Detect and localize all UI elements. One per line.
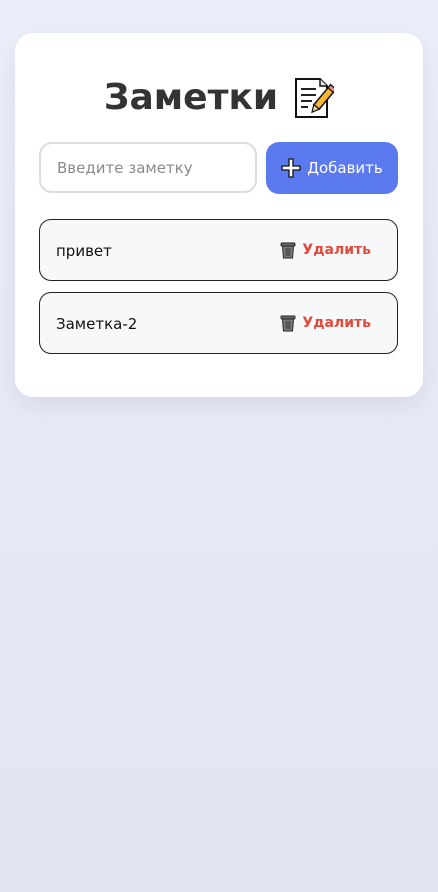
page-title: Заметки: [103, 77, 279, 118]
trash-icon: [280, 241, 296, 259]
note-item: привет Удалить: [39, 219, 398, 281]
delete-note-label: Удалить: [302, 315, 371, 331]
notes-card: Заметки Добавить: [15, 33, 423, 397]
header: Заметки: [15, 75, 423, 121]
delete-note-button[interactable]: Удалить: [280, 239, 371, 261]
note-item: Заметка-2 Удалить: [39, 292, 398, 354]
delete-note-button[interactable]: Удалить: [280, 312, 371, 334]
note-text: привет: [56, 242, 112, 260]
add-note-button[interactable]: Добавить: [266, 142, 398, 194]
trash-icon: [280, 314, 296, 332]
plus-icon: [281, 158, 301, 178]
delete-note-label: Удалить: [302, 242, 371, 258]
add-note-label: Добавить: [307, 159, 383, 177]
note-input[interactable]: [39, 142, 257, 193]
note-text: Заметка-2: [56, 315, 138, 333]
memo-icon: [290, 76, 338, 120]
